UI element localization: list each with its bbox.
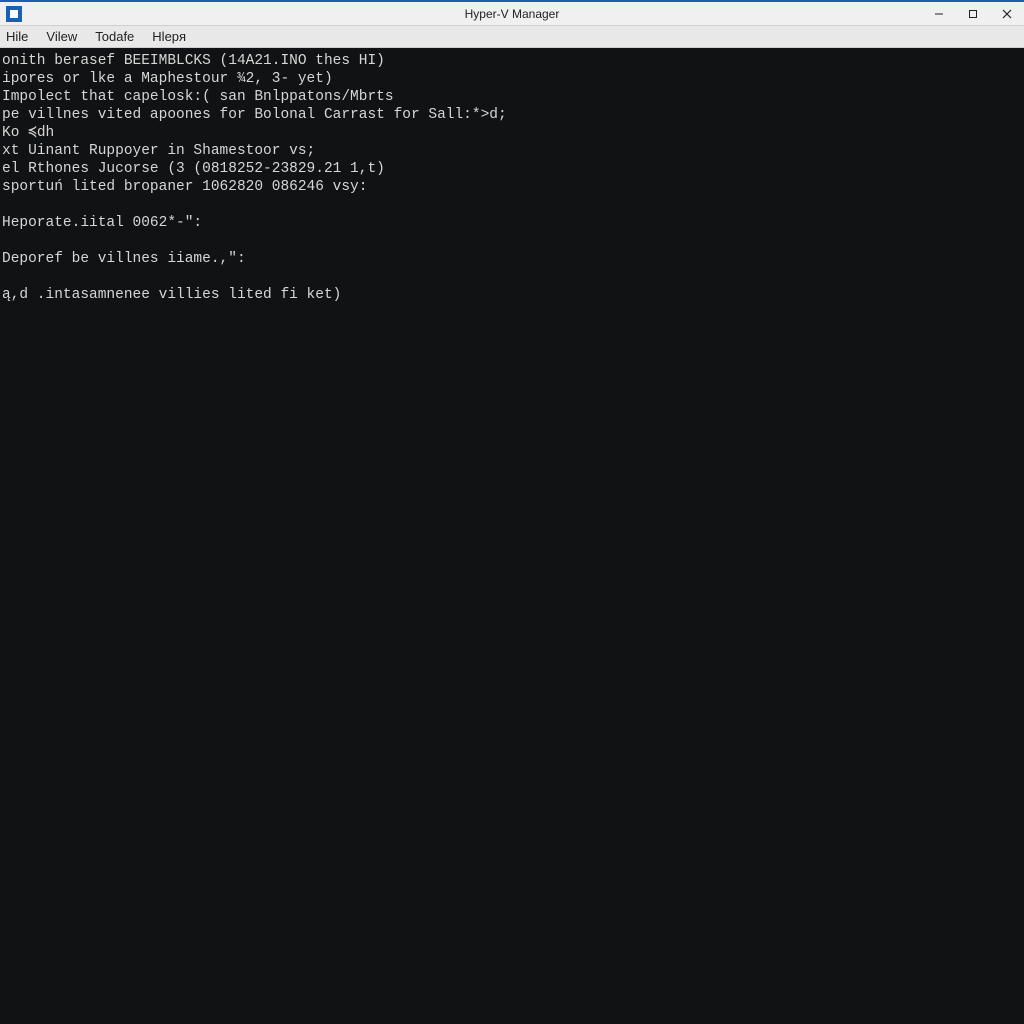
- window-controls: [922, 2, 1024, 25]
- menu-hlep[interactable]: Hlepя: [152, 29, 186, 44]
- terminal-line: pe villnes vited apoones for Bolonal Car…: [2, 106, 1022, 124]
- maximize-icon: [968, 9, 978, 19]
- menu-todafe[interactable]: Todafe: [95, 29, 134, 44]
- app-window: Hyper-V Manager Hile Vilew Todafe Hlepя …: [0, 0, 1024, 1024]
- menubar: Hile Vilew Todafe Hlepя: [0, 26, 1024, 48]
- minimize-button[interactable]: [922, 2, 956, 25]
- app-icon: [6, 6, 22, 22]
- app-icon-inner: [10, 10, 18, 18]
- maximize-button[interactable]: [956, 2, 990, 25]
- terminal-line: xt Uinant Ruppoyer in Shamestoor vs;: [2, 142, 1022, 160]
- menu-vilew[interactable]: Vilew: [46, 29, 77, 44]
- terminal-line: [2, 196, 1022, 214]
- minimize-icon: [934, 9, 944, 19]
- titlebar: Hyper-V Manager: [0, 2, 1024, 26]
- terminal-output[interactable]: onith berasef BEEIMBLCKS (14A21.INO thes…: [0, 48, 1024, 1024]
- terminal-line: [2, 268, 1022, 286]
- terminal-line: onith berasef BEEIMBLCKS (14A21.INO thes…: [2, 52, 1022, 70]
- terminal-line: el Rthones Jucorse (3 (0818252-23829.21 …: [2, 160, 1022, 178]
- terminal-line: ą,d .intasamnenee villies lited fi ket): [2, 286, 1022, 304]
- close-button[interactable]: [990, 2, 1024, 25]
- terminal-line: Heporate.iital 0062*-":: [2, 214, 1022, 232]
- terminal-line: Ko ≼dh: [2, 124, 1022, 142]
- window-title: Hyper-V Manager: [465, 7, 560, 21]
- terminal-line: Impolect that capelosk:( san Bnlppatons/…: [2, 88, 1022, 106]
- terminal-line: sportuń lited bropaner 1062820 086246 vs…: [2, 178, 1022, 196]
- terminal-line: [2, 232, 1022, 250]
- menu-hile[interactable]: Hile: [6, 29, 28, 44]
- terminal-line: ipores or lke a Maphestour ¾2, 3- yet): [2, 70, 1022, 88]
- terminal-line: Deporef be villnes iiame.,":: [2, 250, 1022, 268]
- close-icon: [1002, 9, 1012, 19]
